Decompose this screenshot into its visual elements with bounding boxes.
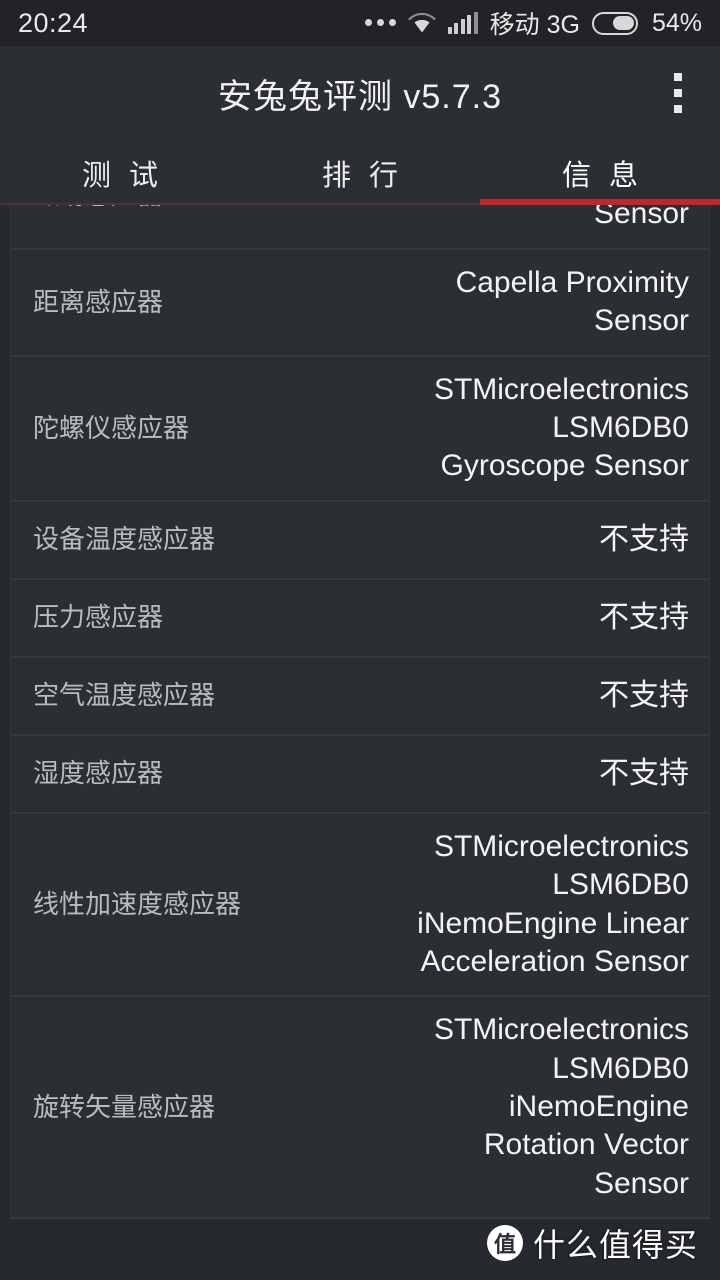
table-row[interactable]: 设备温度感应器 不支持 — [10, 501, 710, 580]
table-row[interactable]: 湿度感应器 不支持 — [10, 735, 710, 814]
overflow-menu-icon[interactable] — [662, 65, 694, 121]
status-time: 20:24 — [18, 7, 89, 38]
title-bar: 安兔兔评测 v5.7.3 — [0, 46, 720, 140]
carrier-label: 移动 3G — [489, 11, 580, 39]
table-row[interactable]: 陀螺仪感应器 STMicroelectronics LSM6DB0 Gyrosco… — [10, 356, 710, 502]
table-row[interactable]: 距离感应器 Capella Proximity Sensor — [10, 249, 710, 357]
row-label: 磁场感应器 — [33, 205, 163, 213]
watermark-text: 什么值得买 — [532, 1227, 698, 1263]
status-icons: 移动 3G 54% — [364, 5, 702, 41]
watermark-logo-icon: 值 — [486, 1225, 523, 1261]
row-label: 压力感应器 — [33, 602, 164, 633]
sensor-info-list[interactable]: 磁场感应器 Magnetometer Sensor 距离感应器 Capella Pro… — [0, 205, 720, 1280]
table-row[interactable]: 旋转矢量感应器 STMicroelectronics LSM6DB0 iNemoE… — [10, 997, 710, 1220]
row-value: 不支持 — [599, 600, 689, 634]
tab-ranking[interactable]: 排 行 — [240, 152, 480, 194]
more-dots-icon — [364, 18, 396, 28]
row-label: 陀螺仪感应器 — [33, 412, 190, 443]
app-screen: 20:24 移动 3G 54% 安兔兔评测 v5.7.3 测 试 排 行 信 息 — [0, 0, 720, 1280]
watermark: 值 什么值得买 — [486, 1220, 698, 1266]
battery-percent: 54% — [651, 8, 702, 37]
tab-info[interactable]: 信 息 — [480, 152, 720, 194]
table-row[interactable]: 压力感应器 不支持 — [10, 579, 710, 658]
table-row[interactable]: 磁场感应器 Magnetometer Sensor — [10, 205, 710, 250]
row-value: STMicroelectronics LSM6DB0 iNemoEngine L… — [417, 829, 689, 978]
table-row[interactable]: 线性加速度感应器 STMicroelectronics LSM6DB0 iNemo… — [10, 813, 710, 998]
tab-test[interactable]: 测 试 — [0, 152, 240, 194]
wifi-icon — [408, 12, 436, 34]
signal-bars-icon — [447, 12, 478, 34]
row-value: STMicroelectronics LSM6DB0 iNemoEngine R… — [433, 1013, 689, 1200]
row-label: 线性加速度感应器 — [33, 888, 242, 919]
row-value: Capella Proximity Sensor — [455, 265, 689, 338]
row-label: 空气温度感应器 — [33, 680, 216, 711]
battery-icon — [591, 11, 638, 35]
list-inner: 磁场感应器 Magnetometer Sensor 距离感应器 Capella Pro… — [0, 205, 720, 1220]
row-value: Magnetometer Sensor — [593, 205, 689, 231]
row-label: 设备温度感应器 — [33, 524, 216, 555]
status-bar: 20:24 移动 3G 54% — [0, 0, 720, 46]
row-label: 湿度感应器 — [33, 758, 164, 789]
row-label: 距离感应器 — [33, 286, 164, 317]
tab-bar: 测 试 排 行 信 息 — [0, 140, 720, 205]
row-value: 不支持 — [599, 756, 689, 790]
table-row[interactable]: 空气温度感应器 不支持 — [10, 657, 710, 736]
row-value: 不支持 — [599, 522, 689, 556]
row-value: 不支持 — [599, 678, 689, 712]
row-value: STMicroelectronics LSM6DB0 Gyroscope Sen… — [433, 372, 689, 483]
page-title: 安兔兔评测 v5.7.3 — [217, 77, 503, 116]
row-label: 旋转矢量感应器 — [33, 1091, 216, 1122]
